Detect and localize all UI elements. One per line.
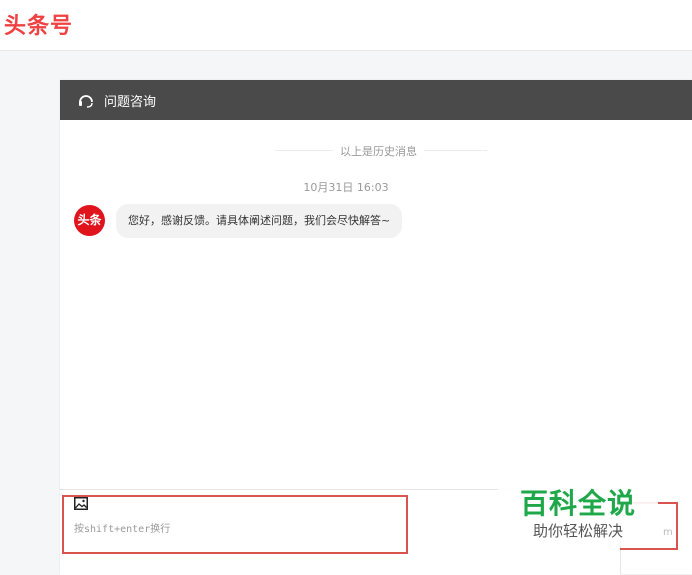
panel-header: 问题咨询 xyxy=(60,80,692,120)
message-timestamp: 10月31日 16:03 xyxy=(303,181,389,194)
panel-title: 问题咨询 xyxy=(104,95,157,110)
watermark: 百科全说 助你轻松解决 xyxy=(498,480,658,546)
headset-icon xyxy=(79,95,93,108)
message-bubble: 您好，感谢反馈。请具体阐述问题，我们会尽快解答~ xyxy=(116,204,403,238)
history-divider-text: 以上是历史消息 xyxy=(333,143,424,159)
avatar: 头条 xyxy=(74,205,105,236)
toutiaohao-logo[interactable]: 头条号 xyxy=(4,8,73,40)
watermark-subtitle: 助你轻松解决 xyxy=(532,522,623,540)
highlight-box xyxy=(62,495,408,554)
top-bar: 头条号 xyxy=(0,0,692,51)
watermark-title: 百科全说 xyxy=(519,487,636,520)
